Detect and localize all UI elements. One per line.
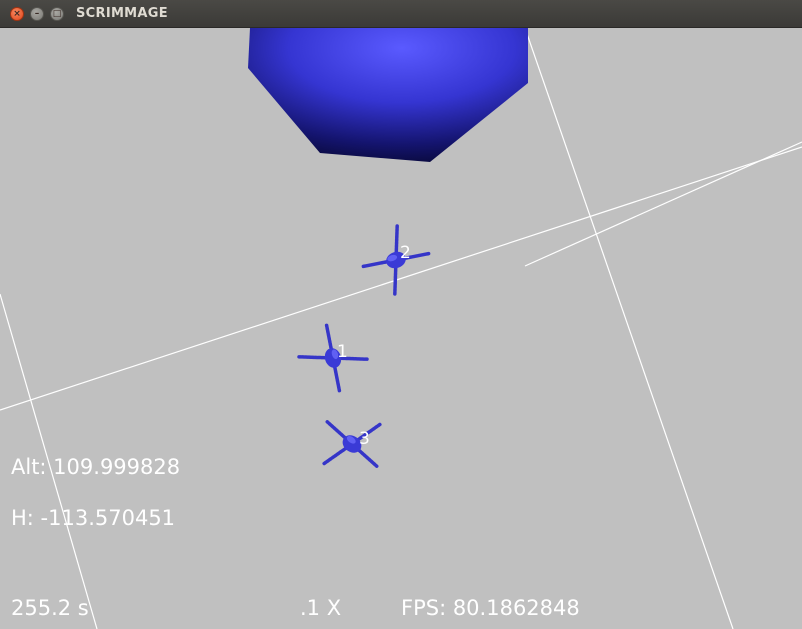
heading-readout: H: -113.570451 [11,506,176,530]
close-button[interactable]: × [10,7,24,21]
maximize-icon: □ [52,9,62,19]
fps-readout: FPS: 80.1862848 [401,596,580,620]
sim-time-readout: 255.2 s [11,596,89,620]
minimize-icon: – [34,9,40,19]
agent-1[interactable] [289,314,377,402]
grid-line [524,28,734,629]
grid-line [524,141,802,267]
agent-label: 1 [337,342,348,362]
agent-label: 3 [359,429,370,449]
3d-viewport[interactable]: 2 1 3 Alt: 109.999828 H: -113.570451 255… [0,28,802,629]
window-title: SCRIMMAGE [76,6,168,21]
app-window: × – □ SCRIMMAGE 2 1 3 Alt: 109.999828 H:… [0,0,802,629]
agent-3[interactable] [304,396,400,492]
maximize-button[interactable]: □ [50,7,64,21]
time-warp-readout: .1 X [300,596,342,620]
agent-label: 2 [400,243,411,263]
close-icon: × [13,9,21,19]
altitude-readout: Alt: 109.999828 [11,455,181,479]
scene-canvas: 2 1 3 [0,28,802,629]
sphere-object [248,28,528,162]
title-bar[interactable]: × – □ SCRIMMAGE [0,0,802,28]
grid-line [0,146,802,411]
minimize-button[interactable]: – [30,7,44,21]
